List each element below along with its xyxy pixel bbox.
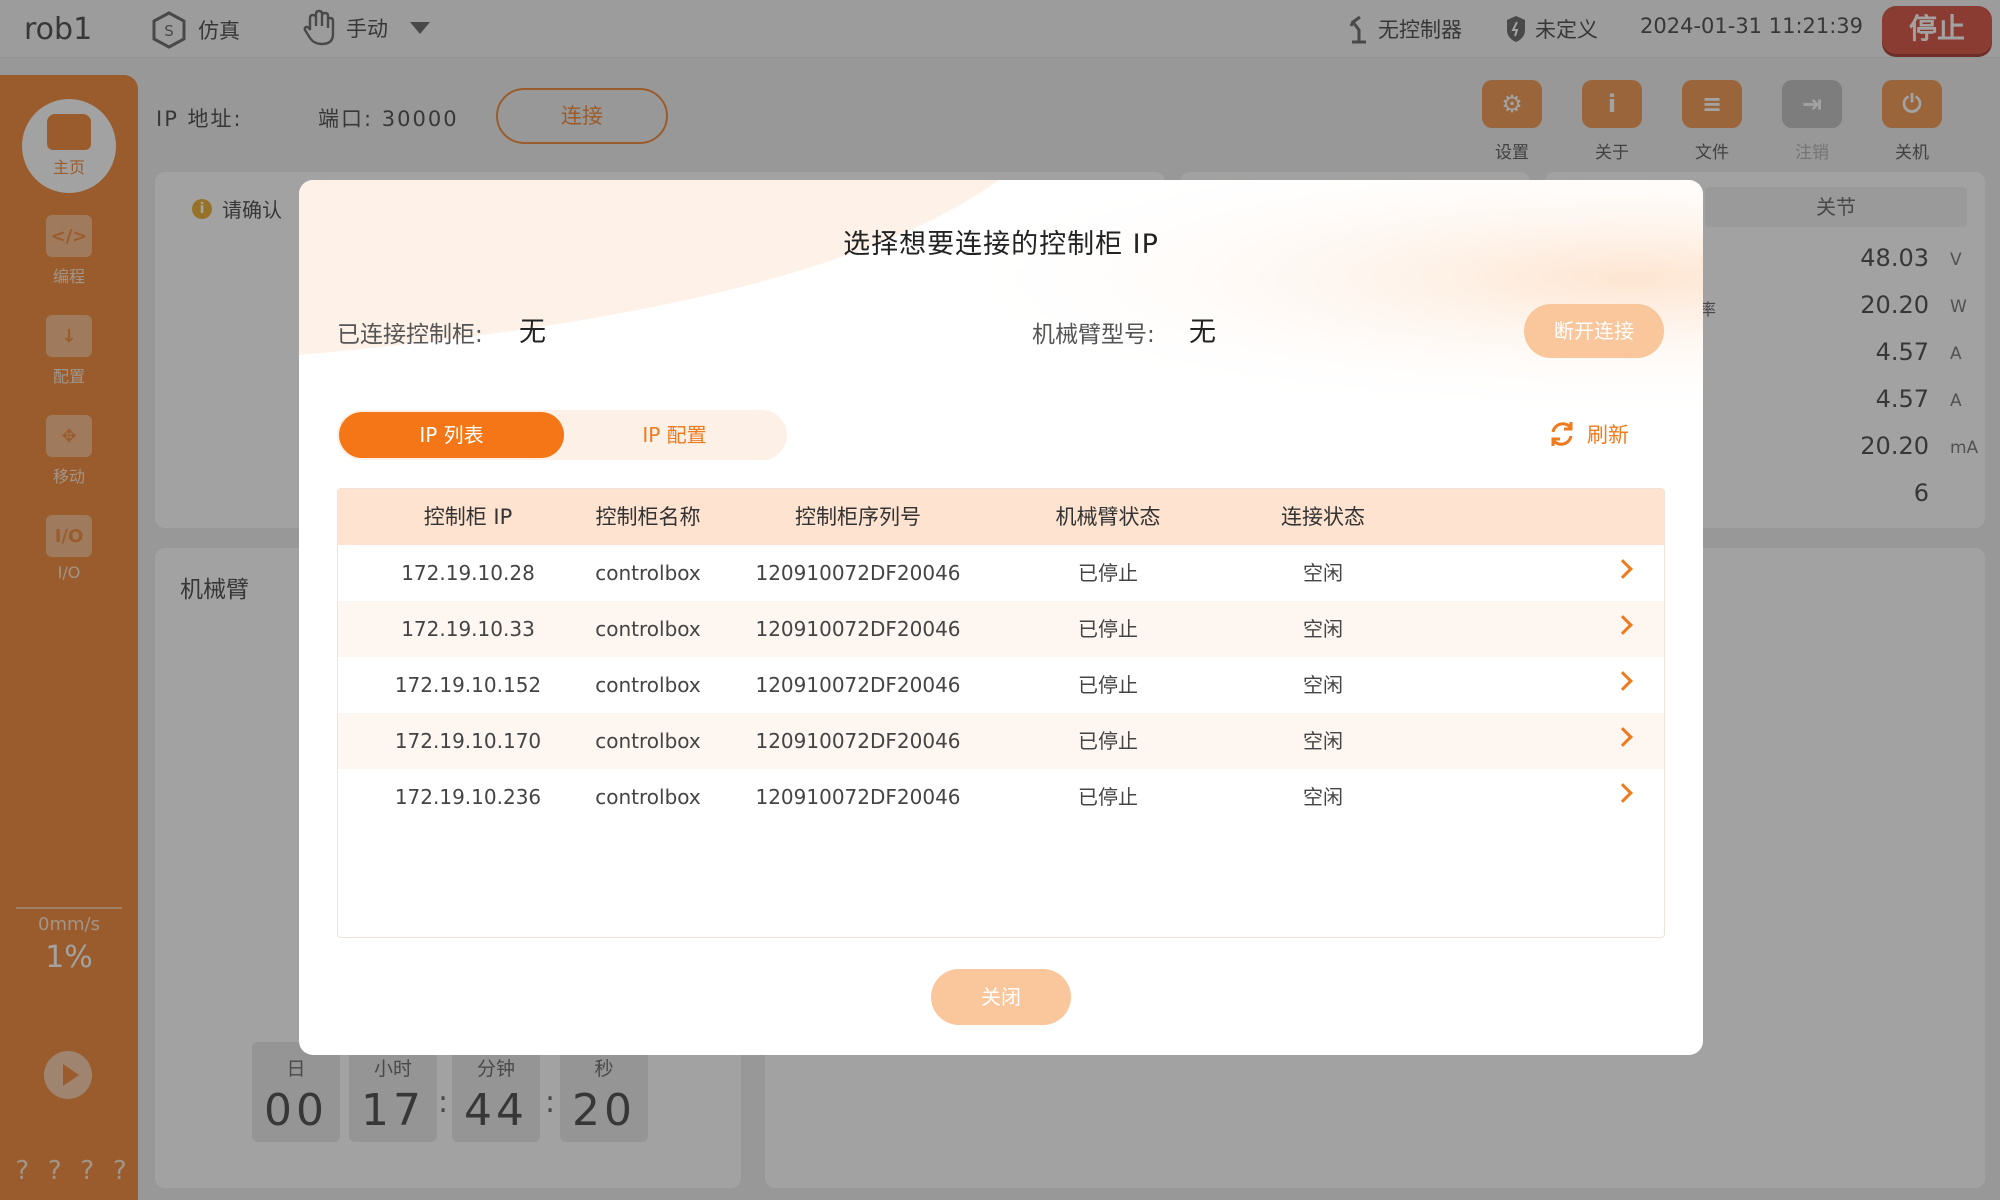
chevron-right-icon[interactable]: [1613, 671, 1633, 691]
cell-ip: 172.19.10.152: [394, 673, 542, 697]
refresh-button[interactable]: 刷新: [1547, 419, 1629, 449]
table-row[interactable]: 172.19.10.152 controlbox 120910072DF2004…: [338, 657, 1664, 713]
cell-connection-status: 空闲: [1303, 617, 1343, 641]
arm-model-label: 机械臂型号:: [1032, 322, 1155, 348]
cell-name: controlbox: [595, 785, 701, 809]
cell-connection-status: 空闲: [1303, 729, 1343, 753]
cell-serial: 120910072DF20046: [755, 785, 961, 809]
cell-name: controlbox: [595, 617, 701, 641]
tab-ip-list[interactable]: IP 列表: [339, 412, 564, 458]
cell-name: controlbox: [595, 561, 701, 585]
chevron-right-icon[interactable]: [1613, 615, 1633, 635]
refresh-label: 刷新: [1587, 423, 1629, 447]
cell-name: controlbox: [595, 729, 701, 753]
chevron-right-icon[interactable]: [1613, 783, 1633, 803]
column-header: 控制柜名称: [595, 505, 701, 529]
cell-arm-status: 已停止: [1078, 729, 1138, 753]
disconnect-button[interactable]: 断开连接: [1524, 304, 1664, 358]
cell-serial: 120910072DF20046: [755, 729, 961, 753]
chevron-right-icon[interactable]: [1613, 727, 1633, 747]
close-button[interactable]: 关闭: [931, 969, 1071, 1025]
cell-arm-status: 已停止: [1078, 617, 1138, 641]
refresh-icon: [1551, 422, 1573, 446]
cell-serial: 120910072DF20046: [755, 617, 961, 641]
dialog-title: 选择想要连接的控制柜 IP: [843, 229, 1159, 260]
select-controller-dialog: 选择想要连接的控制柜 IP 已连接控制柜: 无 机械臂型号: 无 断开连接 IP…: [299, 180, 1703, 1055]
ip-tabs: IP 配置 IP 列表: [337, 410, 787, 460]
connected-controller-value: 无: [519, 317, 546, 348]
table-row[interactable]: 172.19.10.28 controlbox 120910072DF20046…: [338, 545, 1664, 601]
cell-arm-status: 已停止: [1078, 785, 1138, 809]
chevron-right-icon[interactable]: [1613, 559, 1633, 579]
connected-controller-label: 已连接控制柜:: [337, 322, 483, 348]
tab-ip-config[interactable]: IP 配置: [562, 410, 787, 460]
cell-connection-status: 空闲: [1303, 561, 1343, 585]
column-header: 连接状态: [1281, 505, 1365, 529]
column-header: 机械臂状态: [1055, 505, 1161, 529]
cell-connection-status: 空闲: [1303, 673, 1343, 697]
cell-ip: 172.19.10.236: [394, 785, 542, 809]
cell-ip: 172.19.10.33: [401, 617, 535, 641]
cell-arm-status: 已停止: [1078, 673, 1138, 697]
cell-ip: 172.19.10.170: [394, 729, 542, 753]
table-row[interactable]: 172.19.10.236 controlbox 120910072DF2004…: [338, 769, 1664, 825]
cell-ip: 172.19.10.28: [401, 561, 535, 585]
table-row[interactable]: 172.19.10.170 controlbox 120910072DF2004…: [338, 713, 1664, 769]
table-row[interactable]: 172.19.10.33 controlbox 120910072DF20046…: [338, 601, 1664, 657]
cell-serial: 120910072DF20046: [755, 561, 961, 585]
cell-serial: 120910072DF20046: [755, 673, 961, 697]
controller-table: 控制柜 IP 控制柜名称 控制柜序列号 机械臂状态 连接状态 172.19.10…: [337, 488, 1665, 938]
arm-model-value: 无: [1189, 317, 1216, 348]
table-header: 控制柜 IP 控制柜名称 控制柜序列号 机械臂状态 连接状态: [338, 489, 1664, 545]
cell-name: controlbox: [595, 673, 701, 697]
cell-connection-status: 空闲: [1303, 785, 1343, 809]
column-header: 控制柜 IP: [423, 505, 513, 529]
column-header: 控制柜序列号: [795, 505, 921, 529]
cell-arm-status: 已停止: [1078, 561, 1138, 585]
